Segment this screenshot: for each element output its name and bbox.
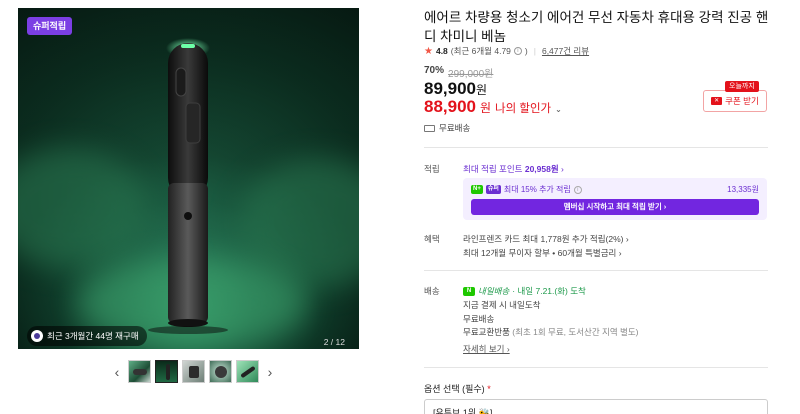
return-policy-note: (최초 1회 무료, 도서산간 지역 별도): [512, 327, 639, 337]
my-price-label: 나의 할인가: [495, 103, 552, 115]
installment-benefit-link[interactable]: 최대 12개월 무이자 할부 • 60개월 특별금리 ›: [463, 247, 622, 259]
star-icon: ★: [424, 45, 433, 57]
benefits-row-label: 혜택: [424, 234, 440, 244]
member-text: 최대 15% 추가 적립: [503, 185, 571, 194]
coupon-today-tag: 오늘까지: [725, 81, 759, 92]
delivery-brand: 내일배송: [478, 286, 510, 296]
option-label-text: 옵션 선택 (필수): [424, 384, 485, 394]
option-label: 옵션 선택 (필수) *: [424, 382, 491, 395]
chevron-right-icon: ›: [561, 164, 564, 174]
info-icon[interactable]: i: [573, 185, 582, 194]
main-product-image[interactable]: 슈퍼적립 최근 3개월간 44명 재구매 2 / 12: [18, 8, 359, 349]
thumbnail-strip: ‹ ›: [110, 359, 277, 384]
delivery-line: 무료배송: [463, 314, 495, 324]
rating-recent: (최근 6개월 4.79: [450, 46, 511, 56]
super-points-badge: 슈퍼적립: [27, 17, 73, 35]
prev-image-arrow-icon[interactable]: ‹: [110, 359, 124, 384]
next-image-arrow-icon[interactable]: ›: [263, 359, 277, 384]
super-icon: 슈퍼: [485, 185, 501, 194]
free-shipping: 무료배송: [424, 122, 470, 134]
my-discount-price[interactable]: 88,900 원 나의 할인가 ⌄: [424, 97, 562, 117]
sale-price-unit: 원: [476, 83, 488, 97]
repurchase-icon: [31, 330, 43, 342]
n-plus-icon: N+: [471, 185, 483, 194]
repurchase-info: 최근 3개월간 44명 재구매: [27, 326, 147, 346]
image-counter: 2 / 12: [323, 337, 345, 347]
divider: [424, 147, 768, 148]
sale-price-value: 89,900: [424, 79, 476, 98]
repurchase-text: 최근 3개월간 44명 재구매: [47, 331, 139, 341]
delivery-headline: N 내일배송 · 내일 7.21.(화) 도착: [463, 285, 586, 297]
thumbnail[interactable]: [182, 360, 205, 383]
max-points-prefix: 최대 적립 포인트: [463, 164, 523, 174]
reviews-link[interactable]: 6,477건 리뷰: [542, 45, 589, 57]
delivery-line: 무료교환반품 (최초 1회 무료, 도서산간 지역 별도): [463, 326, 639, 338]
return-policy: 무료교환반품: [463, 327, 510, 337]
original-price: 299,000원: [448, 69, 494, 80]
coupon-button[interactable]: ✕ 쿠폰 받기: [703, 90, 767, 112]
truck-icon: [424, 124, 435, 132]
naver-delivery-icon: N: [463, 286, 475, 296]
points-row-label: 적립: [424, 164, 440, 174]
membership-start-button[interactable]: 멤버십 시작하고 최대 적립 받기 ›: [471, 199, 759, 215]
option-select[interactable]: [유튜브 1위 🐝]: [424, 399, 768, 414]
my-price-unit: 원: [480, 101, 492, 115]
thumbnail[interactable]: [155, 360, 178, 383]
delivery-line: 지금 결제 시 내일도착: [463, 300, 541, 310]
info-icon[interactable]: i: [513, 47, 522, 55]
separator: |: [533, 46, 536, 56]
thumbnail[interactable]: [128, 360, 151, 383]
membership-box: N+ 슈퍼 최대 15% 추가 적립 i 13,335원 멤버십 시작하고 최대…: [463, 178, 767, 220]
delivery-more-link[interactable]: 자세히 보기 ›: [463, 343, 510, 355]
member-amount: 13,335원: [727, 185, 759, 194]
my-price-value: 88,900: [424, 97, 476, 116]
thumbnail[interactable]: [209, 360, 232, 383]
membership-summary: N+ 슈퍼 최대 15% 추가 적립 i 13,335원: [471, 184, 759, 195]
rating-score: 4.8: [435, 46, 448, 56]
thumbnail[interactable]: [236, 360, 259, 383]
divider: [424, 367, 768, 368]
max-points-link[interactable]: 최대 적립 포인트 20,958원 ›: [463, 163, 564, 175]
chevron-down-icon: ⌄: [555, 105, 562, 114]
vacuum-device-image: [148, 38, 228, 334]
coupon-label: 쿠폰 받기: [725, 96, 759, 106]
delivery-date: · 내일 7.21.(화) 도착: [512, 286, 586, 296]
discount-line: 70% 299,000원: [424, 65, 493, 80]
rating-summary: ★ 4.8 (최근 6개월 4.79 i ) | 6,477건 리뷰: [424, 45, 589, 57]
delivery-row-label: 배송: [424, 286, 440, 296]
required-mark: *: [487, 384, 491, 394]
rating-recent-close: ): [524, 46, 528, 56]
sale-price: 89,900원: [424, 79, 487, 99]
coupon-icon: ✕: [711, 97, 723, 105]
product-title: 에어르 차량용 청소기 에어건 무선 자동차 휴대용 강력 진공 핸디 차미니 …: [424, 10, 769, 44]
divider: [424, 270, 768, 271]
max-points-value: 20,958원: [524, 164, 559, 174]
discount-percent: 70%: [424, 65, 445, 76]
card-benefit-link[interactable]: 라인프렌즈 카드 최대 1,778원 추가 적립(2%) ›: [463, 233, 629, 245]
free-shipping-text: 무료배송: [439, 123, 471, 133]
